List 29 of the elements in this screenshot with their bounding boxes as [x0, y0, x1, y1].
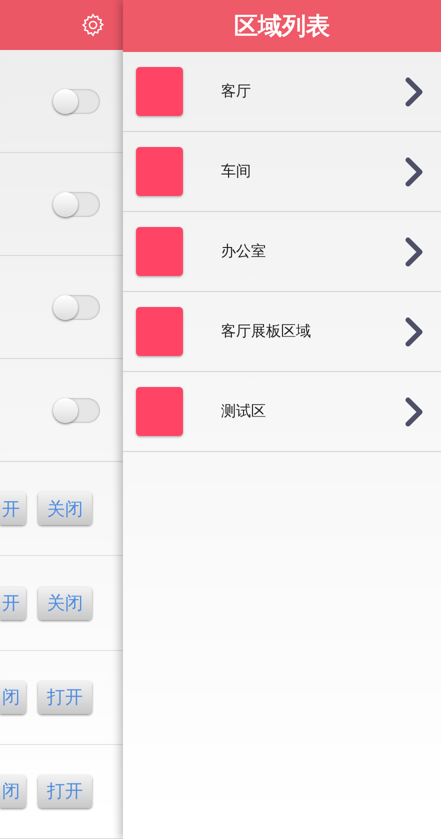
action-button[interactable]: 关闭: [38, 586, 92, 620]
toggle-switch[interactable]: [53, 294, 100, 320]
chevron-right-icon: [404, 76, 424, 108]
toggle-switch[interactable]: [53, 398, 100, 423]
action-button[interactable]: 闭: [0, 774, 26, 808]
area-name: 客厅展板区域: [221, 322, 312, 341]
chevron-right-icon: [404, 156, 424, 188]
action-button[interactable]: 关闭: [38, 492, 92, 526]
area-row[interactable]: 客厅: [123, 52, 441, 132]
toggle-switch[interactable]: [53, 88, 100, 114]
page-title: 区域列表: [123, 0, 441, 52]
action-button[interactable]: 开: [0, 492, 26, 526]
area-name: 车间: [221, 162, 252, 181]
action-button[interactable]: 打开: [38, 680, 92, 714]
settings-icon[interactable]: [80, 12, 106, 38]
area-name: 客厅: [221, 82, 252, 101]
action-button[interactable]: 闭: [0, 680, 26, 714]
action-button[interactable]: 开: [0, 586, 26, 620]
area-row[interactable]: 办公室: [123, 212, 441, 292]
action-button[interactable]: 打开: [38, 774, 92, 808]
chevron-right-icon: [404, 236, 424, 268]
area-row[interactable]: 车间: [123, 132, 441, 212]
area-row[interactable]: 测试区: [123, 372, 441, 452]
area-name: 办公室: [221, 242, 267, 261]
chevron-right-icon: [404, 316, 424, 348]
chevron-right-icon: [404, 396, 424, 428]
toggle-switch[interactable]: [53, 192, 100, 217]
area-name: 测试区: [221, 402, 267, 421]
area-row[interactable]: 客厅展板区域: [123, 292, 441, 372]
